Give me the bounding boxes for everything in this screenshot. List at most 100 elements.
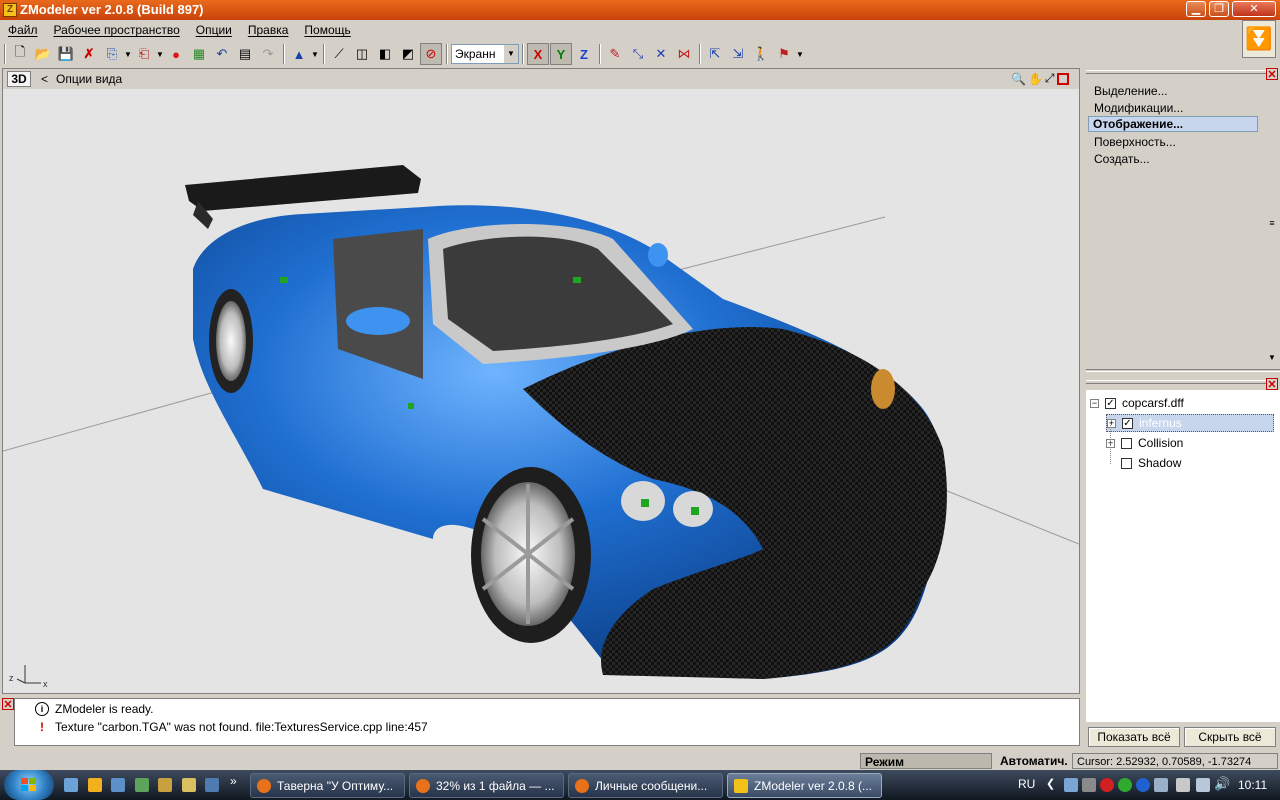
tree-node-shadow[interactable]: Shadow bbox=[1121, 454, 1181, 472]
tray-drive-icon[interactable] bbox=[1176, 778, 1190, 792]
explorer-icon[interactable] bbox=[111, 778, 125, 792]
zoom-icon[interactable]: 🔍 bbox=[1011, 72, 1026, 86]
status-mode[interactable]: Режим Выделенного bbox=[860, 753, 992, 785]
tray-network2-icon[interactable] bbox=[1196, 778, 1210, 792]
task-button-messages[interactable]: Личные сообщени... bbox=[568, 773, 723, 798]
hide-all-button[interactable]: Скрыть всё bbox=[1184, 727, 1276, 747]
redo-icon[interactable]: ↷ bbox=[257, 43, 279, 65]
panel-scrollbar[interactable]: ≡ ▼ bbox=[1266, 80, 1278, 365]
group-icon[interactable]: ⚑ bbox=[773, 43, 795, 65]
axis-y-toggle[interactable]: Y bbox=[550, 43, 572, 65]
expand-icon[interactable]: ⤢ bbox=[1045, 71, 1055, 86]
tray-antivirus-icon[interactable] bbox=[1100, 778, 1114, 792]
dropdown-arrow-icon[interactable]: ▼ bbox=[124, 43, 132, 65]
bluetooth-icon[interactable] bbox=[1136, 778, 1150, 792]
axis-z-toggle[interactable]: Z bbox=[573, 43, 595, 65]
import-icon[interactable]: ⎗ bbox=[133, 43, 155, 65]
undo-icon[interactable]: ↶ bbox=[211, 43, 233, 65]
viewport-mode-button[interactable]: 3D bbox=[7, 71, 31, 87]
tray-status-icon[interactable] bbox=[1118, 778, 1132, 792]
panel-item-selection[interactable]: Выделение... bbox=[1094, 84, 1168, 98]
record-icon[interactable]: ● bbox=[165, 43, 187, 65]
vertex-mode-icon[interactable]: ⟋ bbox=[328, 43, 350, 65]
show-desktop-icon[interactable] bbox=[64, 778, 78, 792]
task-button-download[interactable]: 32% из 1 файла — ... bbox=[409, 773, 564, 798]
dropdown-arrow-icon[interactable]: ▼ bbox=[796, 43, 804, 65]
clock[interactable]: 10:11 bbox=[1238, 778, 1267, 792]
task-button-zmodeler[interactable]: ZModeler ver 2.0.8 (... bbox=[727, 773, 882, 798]
menu-options[interactable]: Опции bbox=[188, 20, 240, 40]
select-tool-icon[interactable]: ⇱ bbox=[704, 43, 726, 65]
menu-file[interactable]: Файл bbox=[0, 20, 46, 40]
texture-icon[interactable]: ▦ bbox=[188, 43, 210, 65]
close-tree-icon[interactable]: ✕ bbox=[1266, 378, 1278, 391]
pane-splitter[interactable] bbox=[1086, 369, 1280, 372]
export-icon[interactable]: ⎘ bbox=[101, 43, 123, 65]
maximize-viewport-icon[interactable] bbox=[1056, 72, 1069, 85]
selection-mode-icon[interactable]: ⊘ bbox=[420, 43, 442, 65]
tray-expand-icon[interactable]: ❮ bbox=[1046, 777, 1055, 790]
open-file-icon[interactable]: 📂 bbox=[32, 43, 54, 65]
utility-icon[interactable] bbox=[135, 778, 149, 792]
tree-node-infernus[interactable]: + ✓ infernus bbox=[1106, 414, 1274, 432]
cone-icon[interactable]: ▲ bbox=[288, 43, 310, 65]
quicklaunch-more-icon[interactable]: » bbox=[230, 774, 237, 788]
show-all-button[interactable]: Показать всё bbox=[1088, 727, 1180, 747]
walk-icon[interactable]: 🚶 bbox=[750, 43, 772, 65]
axis-x-toggle[interactable]: X bbox=[527, 43, 549, 65]
move-icon[interactable]: ⤡ bbox=[627, 43, 649, 65]
menu-help[interactable]: Помощь bbox=[296, 20, 358, 40]
minimize-button[interactable]: ▁ bbox=[1186, 1, 1206, 17]
start-button[interactable] bbox=[4, 770, 54, 800]
menu-edit[interactable]: Правка bbox=[240, 20, 297, 40]
delete-icon[interactable]: ✗ bbox=[78, 43, 100, 65]
folder-icon[interactable] bbox=[182, 778, 196, 792]
tray-device-icon[interactable] bbox=[1082, 778, 1096, 792]
maximize-button[interactable]: ❐ bbox=[1209, 1, 1229, 17]
panel-item-surface[interactable]: Поверхность... bbox=[1094, 135, 1176, 149]
edge-mode-icon[interactable]: ◫ bbox=[351, 43, 373, 65]
window-icon[interactable] bbox=[205, 778, 219, 792]
tray-display-icon[interactable] bbox=[1154, 778, 1168, 792]
close-log-icon[interactable]: ✕ bbox=[2, 698, 14, 711]
new-file-icon[interactable]: 🗋 bbox=[9, 43, 31, 65]
task-button-tavern[interactable]: Таверна "У Оптиму... bbox=[250, 773, 405, 798]
scale-icon[interactable]: ⋈ bbox=[673, 43, 695, 65]
tool-icon[interactable] bbox=[158, 778, 172, 792]
face-mode-icon[interactable]: ◧ bbox=[374, 43, 396, 65]
checkbox-icon[interactable] bbox=[1121, 437, 1132, 449]
view-mode-select[interactable]: Экранн ▼ bbox=[451, 44, 519, 64]
rotate-icon[interactable]: ✕ bbox=[650, 43, 672, 65]
back-button[interactable]: < bbox=[41, 72, 48, 86]
pivot-icon[interactable]: ⇲ bbox=[727, 43, 749, 65]
scroll-grip-icon: ≡ bbox=[1269, 218, 1275, 228]
volume-icon[interactable]: 🔊 bbox=[1214, 776, 1230, 792]
viewport-3d[interactable]: 3D < Опции вида 🔍 ✋ ⤢ z x bbox=[2, 68, 1080, 694]
checkbox-icon[interactable] bbox=[1121, 457, 1132, 469]
collapse-icon[interactable]: − bbox=[1090, 398, 1099, 408]
checkbox-checked-icon[interactable]: ✓ bbox=[1105, 397, 1116, 409]
paint-icon[interactable]: ✎ bbox=[604, 43, 626, 65]
hand-icon[interactable]: ✋ bbox=[1028, 72, 1043, 86]
close-button[interactable]: ✕ bbox=[1232, 1, 1276, 17]
dropdown-arrow-icon[interactable]: ▼ bbox=[311, 43, 319, 65]
tree-root[interactable]: − ✓ copcarsf.dff bbox=[1090, 394, 1184, 412]
collapse-panel-button[interactable]: ⏬ bbox=[1242, 20, 1276, 58]
save-icon[interactable]: 💾 bbox=[55, 43, 77, 65]
dropdown-arrow-icon[interactable]: ▼ bbox=[156, 43, 164, 65]
scroll-down-icon[interactable]: ▼ bbox=[1266, 353, 1278, 362]
language-indicator[interactable]: RU bbox=[1018, 777, 1035, 791]
notes-icon[interactable]: ▤ bbox=[234, 43, 256, 65]
tree-node-collision[interactable]: + Collision bbox=[1106, 434, 1183, 452]
panel-item-create[interactable]: Создать... bbox=[1094, 152, 1150, 166]
panel-item-modifications[interactable]: Модификации... bbox=[1094, 101, 1183, 115]
media-player-icon[interactable] bbox=[88, 778, 102, 792]
checkbox-checked-icon[interactable]: ✓ bbox=[1122, 417, 1133, 429]
status-auto[interactable]: Автоматич. bbox=[996, 753, 1070, 769]
close-panel-icon[interactable]: ✕ bbox=[1266, 68, 1278, 81]
expand-icon[interactable]: + bbox=[1107, 418, 1116, 428]
panel-item-display[interactable]: Отображение... bbox=[1088, 116, 1258, 132]
object-mode-icon[interactable]: ◩ bbox=[397, 43, 419, 65]
tray-network-icon[interactable] bbox=[1064, 778, 1078, 792]
menu-workspace[interactable]: Рабочее пространство bbox=[46, 20, 188, 40]
